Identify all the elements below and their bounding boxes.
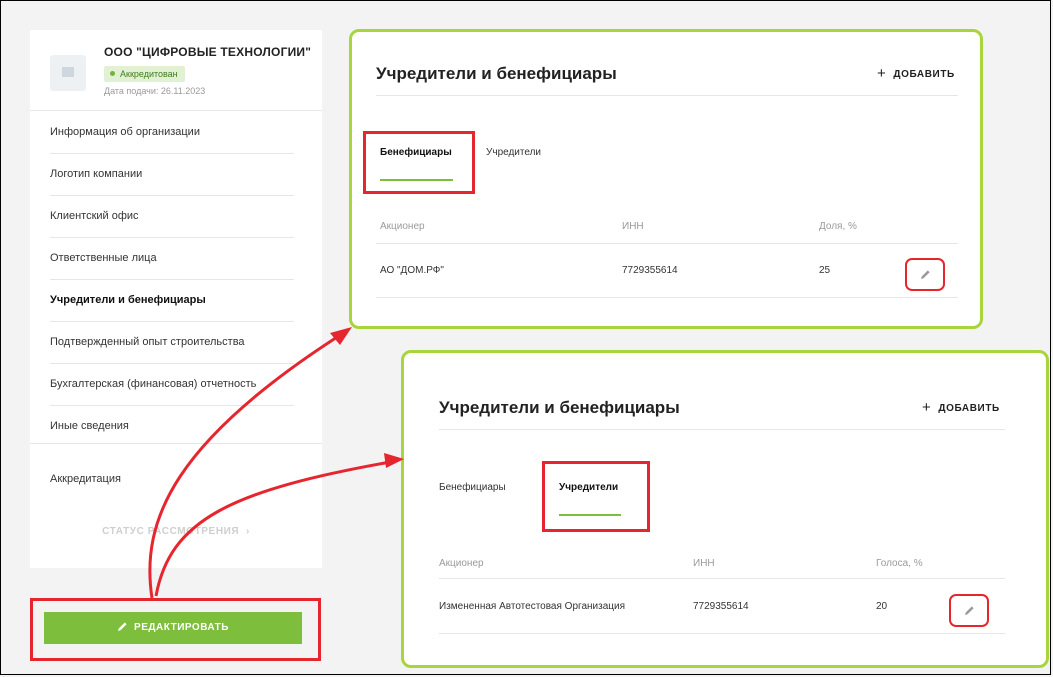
arrow-to-founders (154, 459, 397, 597)
arrow-to-beneficiaries (148, 330, 346, 599)
arrow-head-beneficiaries (330, 327, 352, 345)
annotation-arrows (148, 327, 404, 599)
arrow-head-founders (384, 453, 404, 468)
